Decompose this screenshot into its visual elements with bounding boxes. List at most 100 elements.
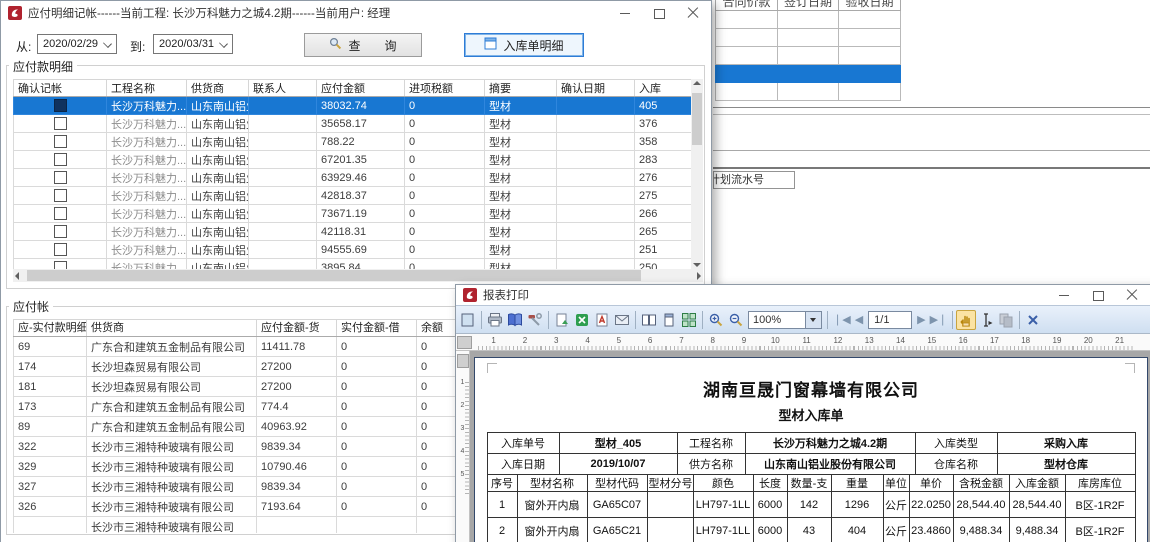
table-row[interactable]: 329长沙市三湘特种玻璃有限公司10790.4600 — [14, 457, 499, 477]
checkbox[interactable] — [54, 207, 67, 220]
scroll-right-icon[interactable] — [697, 272, 701, 280]
table-row[interactable] — [716, 65, 901, 83]
ruler-margin-thumb[interactable] — [457, 354, 469, 368]
last-page-icon[interactable]: ▶❘ — [928, 313, 950, 326]
vertical-scrollbar[interactable] — [691, 79, 703, 269]
column-header[interactable]: 供货商 — [187, 80, 249, 97]
next-page-icon[interactable]: ▶ — [915, 313, 927, 326]
page-number-input[interactable]: 1/1 — [868, 311, 912, 329]
hand-tool-icon[interactable] — [956, 310, 976, 330]
table-row[interactable]: 长沙万科魅力...山东南山铝业...73671.190型材266 — [14, 205, 692, 223]
excel-export-icon[interactable] — [572, 310, 592, 330]
table-row[interactable]: 69广东合和建筑五金制品有限公司11411.7800 — [14, 337, 499, 357]
table-row[interactable] — [716, 83, 901, 101]
column-header[interactable]: 应-实付款明细ID — [14, 320, 87, 337]
table-row[interactable] — [716, 11, 901, 29]
info-row: 入库单号型材_405工程名称长沙万科魅力之城4.2期入库类型采购入库 — [487, 433, 1135, 454]
table-row[interactable]: 327长沙市三湘特种玻璃有限公司9839.3400 — [14, 477, 499, 497]
first-page-icon[interactable]: ❘◀ — [831, 313, 853, 326]
column-header[interactable]: 摘要 — [485, 80, 557, 97]
margin-corner-mark — [1125, 363, 1135, 373]
checkbox[interactable] — [54, 153, 67, 166]
scroll-up-icon[interactable] — [693, 81, 701, 85]
copy-page-icon[interactable] — [996, 310, 1016, 330]
column-header[interactable]: 供货商 — [87, 320, 257, 337]
inbound-detail-button[interactable]: 入库单明细 — [464, 33, 584, 57]
maximize-icon[interactable] — [1092, 289, 1104, 301]
table-row[interactable]: 长沙市三湘特种玻璃有限公司 — [14, 517, 499, 534]
close-preview-icon[interactable] — [1023, 310, 1043, 330]
horizontal-scrollbar[interactable] — [13, 269, 703, 282]
table-row[interactable]: 长沙万科魅力...山东南山铝业...63929.460型材276 — [14, 169, 692, 187]
cell: B区-1R2F — [1065, 492, 1135, 518]
table-row[interactable]: 174长沙坦森贸易有限公司2720000 — [14, 357, 499, 377]
cell: 0 — [405, 205, 485, 223]
table-row[interactable]: 173广东合和建筑五金制品有限公司774.400 — [14, 397, 499, 417]
column-header[interactable]: 联系人 — [249, 80, 317, 97]
maximize-icon[interactable] — [653, 7, 665, 19]
ruler-margin-thumb[interactable] — [457, 336, 472, 349]
scroll-left-icon[interactable] — [15, 272, 19, 280]
column-header[interactable]: 确认日期 — [557, 80, 635, 97]
close-icon[interactable] — [1126, 289, 1138, 301]
column-header[interactable]: 入库 — [635, 80, 692, 97]
table-row[interactable]: 长沙万科魅力...山东南山铝业...42818.370型材275 — [14, 187, 692, 205]
table-row[interactable]: 326长沙市三湘特种玻璃有限公司7193.6400 — [14, 497, 499, 517]
column-header[interactable]: 应付金额-货 — [257, 320, 337, 337]
column-header[interactable]: 工程名称 — [107, 80, 187, 97]
table-row[interactable]: 长沙万科魅力...山东南山铝业...42118.310型材265 — [14, 223, 692, 241]
table-row[interactable]: 长沙万科魅力...山东南山铝业...38032.740型材405 — [14, 97, 692, 115]
table-row[interactable]: 长沙万科魅力...山东南山铝业...788.220型材358 — [14, 133, 692, 151]
email-icon[interactable] — [612, 310, 632, 330]
checkbox[interactable] — [54, 189, 67, 202]
titlebar[interactable]: 应付明细记帐------当前工程: 长沙万科魅力之城4.2期------当前用户… — [1, 1, 711, 25]
table-row[interactable]: 181长沙坦森贸易有限公司2720000 — [14, 377, 499, 397]
print-preview-area[interactable]: 湖南亘晟门窗幕墙有限公司 型材入库单 入库单号型材_405工程名称长沙万科魅力之… — [456, 351, 1150, 542]
to-date-combo[interactable]: 2020/03/31 — [153, 34, 233, 54]
from-date-combo[interactable]: 2020/02/29 — [37, 34, 117, 54]
close-icon[interactable] — [687, 7, 699, 19]
table-row[interactable] — [716, 47, 901, 65]
minimize-icon[interactable] — [1058, 289, 1070, 301]
checkbox[interactable] — [54, 225, 67, 238]
table-row[interactable]: 322长沙市三湘特种玻璃有限公司9839.3400 — [14, 437, 499, 457]
minimize-icon[interactable] — [619, 7, 631, 19]
scroll-down-icon[interactable] — [693, 263, 701, 267]
tools-icon[interactable] — [525, 310, 545, 330]
checkbox[interactable] — [54, 261, 67, 269]
query-button[interactable]: 查 询 — [304, 33, 422, 57]
zoom-out-icon[interactable] — [726, 310, 746, 330]
column-header[interactable]: 应付金额 — [317, 80, 405, 97]
page-setup-icon[interactable] — [458, 310, 478, 330]
titlebar[interactable]: 报表打印 — [456, 285, 1150, 306]
checkbox[interactable] — [54, 135, 67, 148]
zoom-level-combo[interactable]: 100% — [748, 311, 822, 329]
plan-serial-field[interactable]: 计划流水号 — [713, 171, 795, 189]
table-row[interactable]: 长沙万科魅力...山东南山铝业...35658.170型材376 — [14, 115, 692, 133]
export-icon[interactable] — [552, 310, 572, 330]
checkbox[interactable] — [54, 99, 67, 112]
multi-page-view-icon[interactable] — [679, 310, 699, 330]
table-row[interactable]: 长沙万科魅力...山东南山铝业...94555.690型材251 — [14, 241, 692, 259]
chevron-down-icon[interactable] — [805, 312, 821, 328]
print-icon[interactable] — [485, 310, 505, 330]
prev-page-icon[interactable]: ◀ — [853, 313, 865, 326]
table-row[interactable]: 长沙万科魅力...山东南山铝业...67201.350型材283 — [14, 151, 692, 169]
column-header[interactable]: 实付金额-借 — [337, 320, 417, 337]
text-select-tool-icon[interactable] — [976, 310, 996, 330]
table-row[interactable]: 长沙万科魅力...山东南山铝业...3895.840型材250 — [14, 259, 692, 270]
single-page-view-icon[interactable] — [659, 310, 679, 330]
column-header[interactable]: 确认记帐 — [14, 80, 107, 97]
zoom-in-icon[interactable] — [706, 310, 726, 330]
column-header[interactable]: 进项税额 — [405, 80, 485, 97]
book-icon[interactable] — [505, 310, 525, 330]
checkbox[interactable] — [54, 171, 67, 184]
checkbox[interactable] — [54, 243, 67, 256]
two-page-view-icon[interactable] — [639, 310, 659, 330]
scrollbar-thumb[interactable] — [692, 93, 702, 145]
table-row[interactable]: 89广东合和建筑五金制品有限公司40963.9200 — [14, 417, 499, 437]
checkbox[interactable] — [54, 117, 67, 130]
pdf-export-icon[interactable] — [592, 310, 612, 330]
scrollbar-thumb[interactable] — [27, 270, 641, 281]
table-row[interactable] — [716, 29, 901, 47]
